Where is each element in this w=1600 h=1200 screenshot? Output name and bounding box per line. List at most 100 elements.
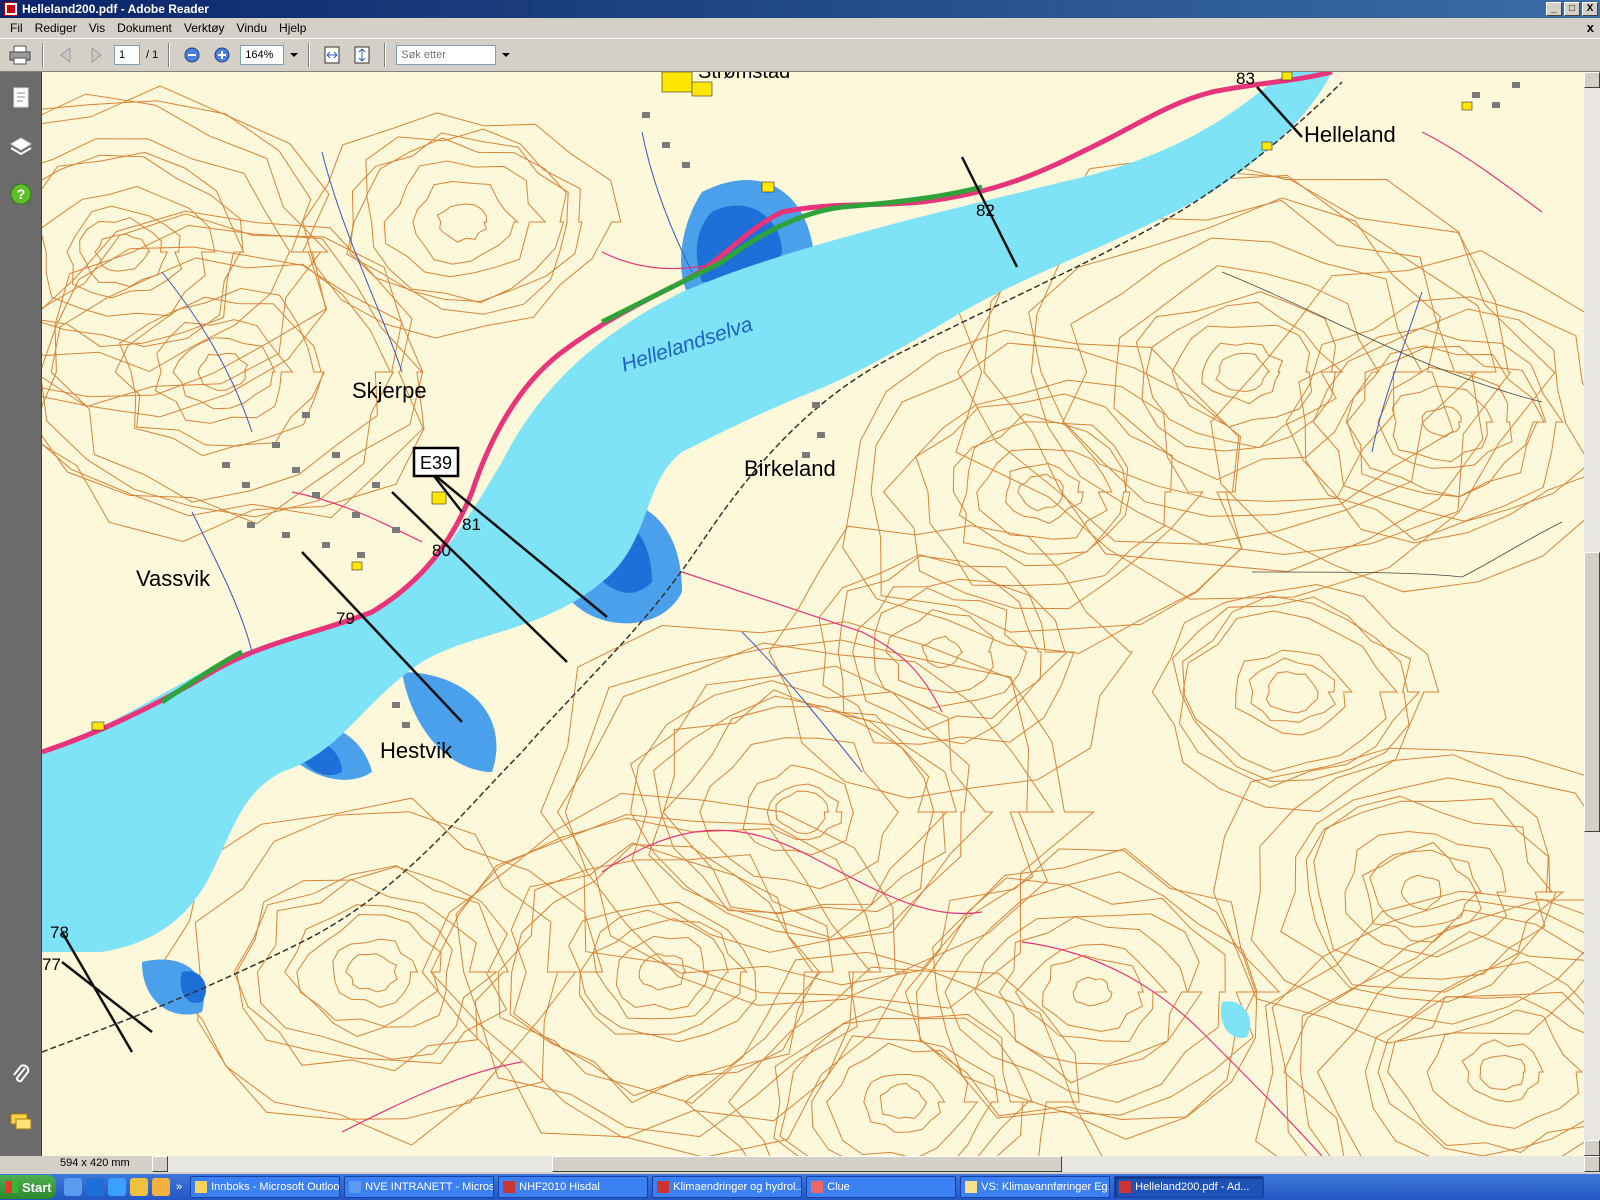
- task-label: Helleland200.pdf - Ad...: [1135, 1181, 1250, 1193]
- previous-page-icon[interactable]: [54, 43, 78, 67]
- contour-line: [579, 909, 749, 1036]
- task-mail[interactable]: VS: Klimavannføringer Eg...: [960, 1176, 1111, 1198]
- browser-icon[interactable]: [108, 1178, 126, 1196]
- zoom-out-icon[interactable]: [180, 43, 204, 67]
- building: [242, 482, 250, 488]
- contour-line: [852, 578, 1042, 731]
- zoom-dropdown-icon[interactable]: [290, 53, 299, 57]
- building: [817, 432, 825, 438]
- mail-icon: [965, 1181, 978, 1193]
- help-icon[interactable]: ?: [9, 182, 33, 206]
- contour-line: [509, 843, 821, 1104]
- contour-line: [332, 938, 419, 1008]
- building: [642, 112, 650, 118]
- task-label: NHF2010 Hisdal: [519, 1181, 600, 1193]
- road-shield-label: E39: [420, 453, 452, 473]
- outlook-icon[interactable]: [152, 1178, 170, 1196]
- building: [1472, 92, 1480, 98]
- close-button[interactable]: X: [1582, 2, 1598, 16]
- fit-width-icon[interactable]: [320, 43, 344, 67]
- layers-icon[interactable]: [9, 134, 33, 158]
- menu-rediger[interactable]: Rediger: [29, 21, 83, 35]
- building-public: [1461, 101, 1473, 111]
- document-close-button[interactable]: x: [1587, 20, 1594, 35]
- building: [392, 702, 400, 708]
- building-public: [691, 81, 713, 97]
- page-number-input[interactable]: [114, 45, 140, 65]
- menu-verktoy[interactable]: Verktøy: [178, 21, 231, 35]
- folder-icon[interactable]: [130, 1178, 148, 1196]
- scroll-up-button[interactable]: [1584, 72, 1600, 88]
- horizontal-scroll-thumb[interactable]: [552, 1156, 1062, 1172]
- toolbar-separator: [42, 43, 44, 67]
- menu-hjelp[interactable]: Hjelp: [273, 21, 312, 35]
- zoom-input[interactable]: [240, 45, 285, 65]
- svg-text:?: ?: [17, 186, 26, 202]
- building-public: [1261, 141, 1273, 151]
- fit-page-icon[interactable]: [350, 43, 374, 67]
- menu-fil[interactable]: Fil: [4, 21, 29, 35]
- contour-line: [345, 953, 398, 993]
- print-icon[interactable]: [8, 43, 32, 67]
- building: [352, 512, 360, 518]
- building: [247, 522, 255, 528]
- search-dropdown-icon[interactable]: [502, 53, 511, 57]
- menu-vindu[interactable]: Vindu: [231, 21, 273, 35]
- next-page-icon[interactable]: [84, 43, 108, 67]
- minimize-button[interactable]: _: [1546, 2, 1562, 16]
- pond: [1221, 1001, 1251, 1038]
- attachments-icon[interactable]: [9, 1062, 33, 1086]
- internet-explorer-icon[interactable]: [86, 1178, 104, 1196]
- contour-line: [818, 554, 1075, 745]
- contour-line: [1182, 610, 1398, 773]
- contour-line: [1113, 265, 1380, 481]
- window-title-bar[interactable]: Helleland200.pdf - Adobe Reader _ □ X: [0, 0, 1600, 18]
- task-klimaendringer[interactable]: Klimaendringer og hydrol...: [652, 1176, 803, 1198]
- building: [332, 452, 340, 458]
- clue-icon: [811, 1181, 824, 1193]
- contour-line: [421, 792, 909, 1156]
- profile-label-81: 81: [462, 515, 481, 534]
- contour-line: [1364, 961, 1584, 1156]
- window-title: Helleland200.pdf - Adobe Reader: [22, 2, 209, 16]
- task-clue[interactable]: Clue: [806, 1176, 957, 1198]
- zoom-in-icon[interactable]: [210, 43, 234, 67]
- contour-line: [873, 587, 1028, 709]
- start-button[interactable]: Start: [0, 1175, 56, 1199]
- comments-icon[interactable]: [9, 1110, 33, 1134]
- vertical-scrollbar[interactable]: [1584, 72, 1600, 1156]
- quick-launch-more[interactable]: »: [176, 1181, 182, 1193]
- contour-line: [944, 884, 1226, 1103]
- contour-line: [540, 621, 1095, 1009]
- menu-vis[interactable]: Vis: [83, 21, 111, 35]
- maximize-button[interactable]: □: [1564, 2, 1580, 16]
- vertical-scroll-thumb[interactable]: [1584, 552, 1600, 832]
- contour-line: [436, 203, 488, 243]
- scroll-right-button[interactable]: [1584, 1156, 1600, 1172]
- contour-line: [773, 1017, 1034, 1156]
- pages-icon[interactable]: [9, 86, 33, 110]
- profile-label-80: 80: [432, 541, 451, 560]
- task-outlook[interactable]: Innboks - Microsoft Outlook: [190, 1176, 341, 1198]
- horizontal-scrollbar[interactable]: [152, 1156, 1600, 1172]
- search-input[interactable]: [396, 45, 497, 65]
- building-public: [661, 72, 693, 93]
- building: [312, 492, 320, 498]
- place-label-vassvik: Vassvik: [136, 566, 211, 591]
- contour-line: [1387, 996, 1584, 1154]
- menu-dokument[interactable]: Dokument: [111, 21, 178, 35]
- contour-line: [1250, 754, 1584, 1025]
- contour-line: [1313, 795, 1553, 980]
- task-nhf2010[interactable]: NHF2010 Hisdal: [498, 1176, 649, 1198]
- show-desktop-icon[interactable]: [64, 1178, 82, 1196]
- contour-line: [42, 246, 403, 518]
- navigation-pane: ?: [0, 72, 42, 1156]
- profile-label-82: 82: [976, 201, 995, 220]
- scroll-left-button[interactable]: [152, 1156, 168, 1172]
- scroll-down-button[interactable]: [1584, 1140, 1600, 1156]
- document-viewport[interactable]: Skjerpe Vassvik Birkeland Hestvik Hellel…: [42, 72, 1584, 1156]
- place-label-skjerpe: Skjerpe: [352, 378, 427, 403]
- contour-line: [1072, 976, 1113, 1007]
- task-helleland-pdf[interactable]: Helleland200.pdf - Ad...: [1114, 1176, 1265, 1198]
- task-intranet[interactable]: NVE INTRANETT - Micros...: [344, 1176, 495, 1198]
